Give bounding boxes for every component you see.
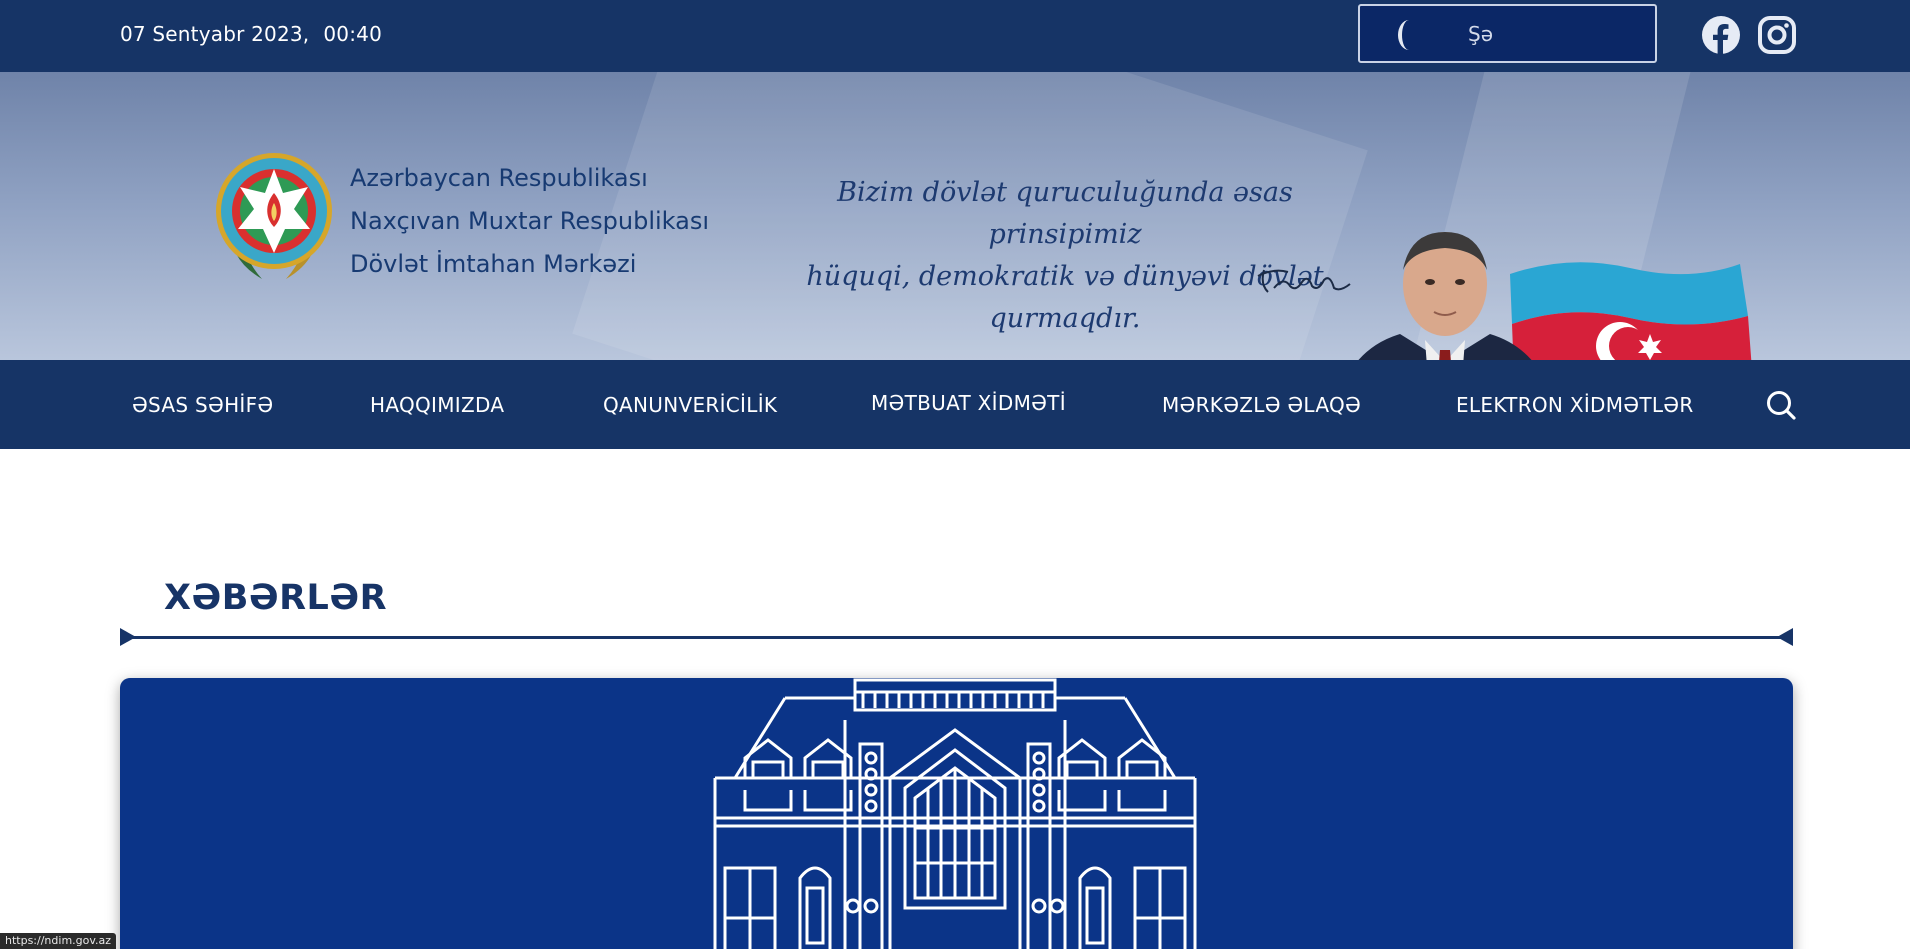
quote-line-1: Bizim dövlət quruculuğunda əsas prinsipi… <box>837 177 1293 250</box>
org-line-country: Azərbaycan Respublikası <box>350 164 648 192</box>
date-time: 07 Sentyabr 2023, 00:40 <box>120 22 382 46</box>
nav-item-contact[interactable]: MƏRKƏZLƏ ƏLAQƏ <box>1162 393 1361 417</box>
org-line-center: Dövlət İmtahan Mərkəzi <box>350 250 637 278</box>
nav-item-press-service[interactable]: MƏTBUAT XİDMƏTİ <box>871 391 1066 415</box>
org-line-republic: Naxçıvan Muxtar Respublikası <box>350 207 710 235</box>
language-label: Şə <box>1468 22 1493 46</box>
main-navigation: ƏSAS SƏHİFƏ HAQQIMIZDA QANUNVERİCİLİK MƏ… <box>0 360 1910 449</box>
instagram-icon[interactable] <box>1757 15 1797 55</box>
organization-name: Azərbaycan Respublikası Naxçıvan Muxtar … <box>350 157 709 286</box>
date-text: 07 Sentyabr 2023, <box>120 22 310 46</box>
facebook-icon[interactable] <box>1701 15 1741 55</box>
nav-item-e-services[interactable]: ELEKTRON XİDMƏTLƏR <box>1456 393 1694 417</box>
divider-left-arrow <box>120 628 136 646</box>
nav-item-about[interactable]: HAQQIMIZDA <box>370 393 504 417</box>
state-emblem-icon[interactable] <box>212 147 336 285</box>
news-section-title: XƏBƏRLƏR <box>164 578 388 618</box>
section-divider <box>120 636 1793 639</box>
top-bar: 07 Sentyabr 2023, 00:40 Şə <box>0 0 1910 72</box>
time-text: 00:40 <box>323 22 382 46</box>
building-illustration-image <box>713 678 1197 949</box>
nav-item-home[interactable]: ƏSAS SƏHİFƏ <box>132 393 273 417</box>
leader-portrait-image <box>1358 232 1532 360</box>
header-banner: Azərbaycan Respublikası Naxçıvan Muxtar … <box>0 72 1910 360</box>
browser-status-url: https://ndim.gov.az <box>0 933 117 949</box>
search-icon[interactable] <box>1765 389 1797 421</box>
news-card[interactable] <box>120 678 1793 949</box>
loading-spinner-icon <box>1398 20 1420 50</box>
leader-quote: Bizim dövlət quruculuğunda əsas prinsipi… <box>760 172 1370 340</box>
divider-right-arrow <box>1777 628 1793 646</box>
nav-item-legislation[interactable]: QANUNVERİCİLİK <box>603 393 777 417</box>
language-switcher[interactable]: Şə <box>1358 4 1657 63</box>
